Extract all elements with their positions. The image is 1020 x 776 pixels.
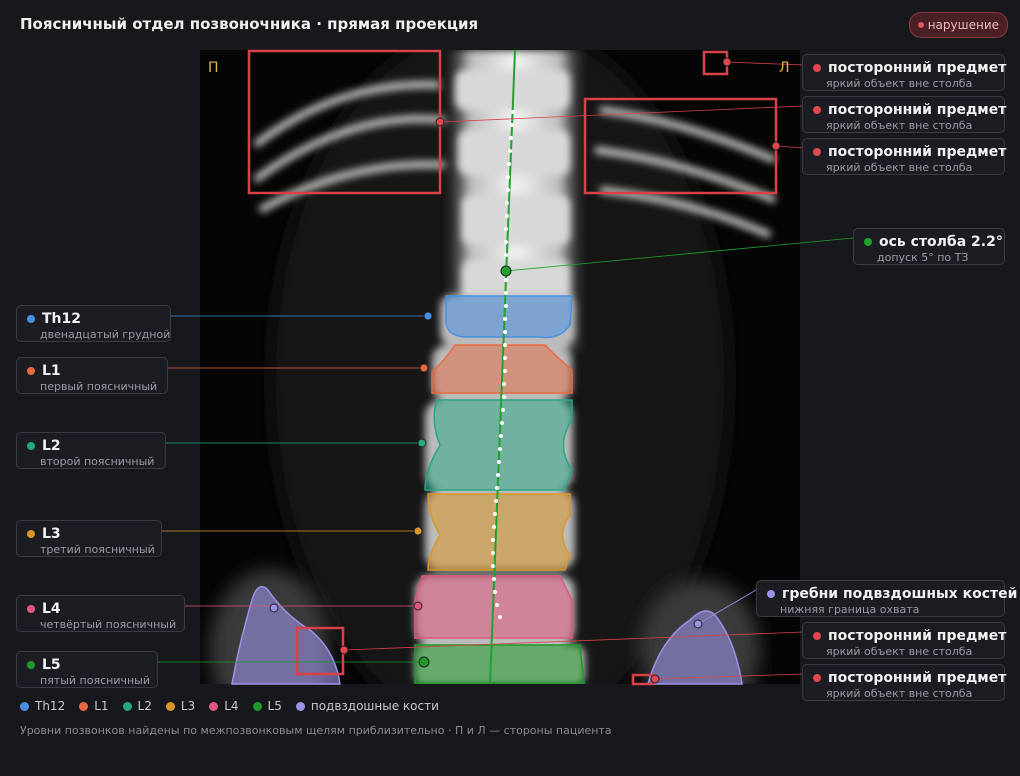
callout-foreign-object-4[interactable]: посторонний предмет яркий объект вне сто…: [802, 622, 1007, 659]
callout-subtitle: яркий объект вне столба: [826, 687, 973, 700]
callout-title: L4: [42, 601, 61, 617]
foreign-object-marker-icon: [813, 106, 821, 114]
legend-dot-icon: [20, 701, 29, 711]
legend-item-l5: L5: [252, 699, 282, 713]
callout-title: посторонний предмет: [828, 102, 1007, 118]
callout-title: Th12: [42, 311, 81, 327]
iliac-marker-icon: [767, 590, 775, 598]
foreign-object-marker-icon: [813, 674, 821, 682]
callout-title: посторонний предмет: [828, 60, 1007, 76]
callout-subtitle: двенадцатый грудной: [40, 328, 171, 341]
callout-title: L5: [42, 657, 61, 673]
callout-l3[interactable]: L3 третий поясничный: [16, 520, 162, 557]
legend-label: L1: [94, 699, 109, 713]
legend-label: L4: [224, 699, 239, 713]
foreign-object-marker-icon: [813, 632, 821, 640]
callout-subtitle: допуск 5° по ТЗ: [877, 251, 969, 264]
callout-l2[interactable]: L2 второй поясничный: [16, 432, 166, 469]
status-badge-label: нарушение: [927, 18, 999, 32]
foreign-object-marker-icon: [813, 64, 821, 72]
callout-title: L2: [42, 438, 61, 454]
legend-label: L3: [180, 699, 196, 713]
callout-title: L3: [42, 526, 61, 542]
callout-iliac-crests[interactable]: гребни подвздошных костей нижняя граница…: [756, 580, 1017, 617]
callout-l5[interactable]: L5 пятый поясничный: [16, 651, 158, 688]
callout-l4[interactable]: L4 четвёртый поясничный: [16, 595, 185, 632]
legend-item-l2: L2: [122, 699, 152, 713]
callout-foreign-object-1[interactable]: посторонний предмет яркий объект вне сто…: [802, 54, 1007, 91]
legend-dot-icon: [252, 701, 262, 711]
callout-subtitle: третий поясничный: [40, 543, 155, 556]
callout-subtitle: четвёртый поясничный: [40, 618, 177, 631]
foreign-object-marker-icon: [813, 148, 821, 156]
legend-label: L2: [137, 699, 152, 713]
legend-label: Th12: [35, 699, 66, 713]
legend-item-l1: L1: [79, 699, 109, 713]
callout-subtitle: нижняя граница охвата: [780, 603, 920, 616]
legend-label: подвздошные кости: [310, 699, 439, 713]
callout-foreign-object-3[interactable]: посторонний предмет яркий объект вне сто…: [802, 138, 1007, 175]
xray-svg: [200, 50, 800, 684]
callout-title: посторонний предмет: [828, 628, 1007, 644]
l2-marker-icon: [27, 442, 35, 450]
status-dot-icon: [917, 22, 924, 28]
footnote: Уровни позвонков найдены по межпозвонков…: [20, 724, 612, 737]
callout-title: ось столба 2.2°: [879, 234, 1003, 250]
callout-title: гребни подвздошных костей: [782, 586, 1018, 602]
l3-marker-icon: [27, 530, 35, 538]
axis-marker-icon: [864, 238, 872, 246]
legend-dot-icon: [295, 701, 305, 711]
legend-item-th12: Th12: [20, 699, 65, 713]
callout-foreign-object-5[interactable]: посторонний предмет яркий объект вне сто…: [802, 664, 1007, 701]
callout-axis[interactable]: ось столба 2.2° допуск 5° по ТЗ: [853, 228, 1005, 265]
legend-dot-icon: [79, 701, 89, 711]
legend: Th12 L1 L2 L3 L4 L5 подвздошные кости: [20, 699, 439, 713]
legend-item-l4: L4: [209, 699, 239, 713]
page-title: Поясничный отдел позвоночника · прямая п…: [20, 15, 479, 33]
callout-l1[interactable]: L1 первый поясничный: [16, 357, 168, 394]
callout-subtitle: первый поясничный: [40, 380, 158, 393]
callout-th12[interactable]: Th12 двенадцатый грудной: [16, 305, 171, 342]
th12-marker-icon: [27, 315, 35, 323]
l4-marker-icon: [27, 605, 35, 613]
callout-subtitle: яркий объект вне столба: [826, 161, 973, 174]
status-badge: нарушение: [908, 12, 1008, 38]
legend-item-iliac: подвздошные кости: [295, 699, 439, 713]
callout-subtitle: яркий объект вне столба: [826, 119, 973, 132]
legend-label: L5: [267, 699, 282, 713]
l1-marker-icon: [27, 367, 35, 375]
callout-title: посторонний предмет: [828, 670, 1007, 686]
callout-title: L1: [42, 363, 61, 379]
callout-title: посторонний предмет: [828, 144, 1007, 160]
legend-item-l3: L3: [165, 699, 196, 713]
callout-subtitle: яркий объект вне столба: [826, 645, 973, 658]
callout-subtitle: яркий объект вне столба: [826, 77, 973, 90]
callout-subtitle: пятый поясничный: [40, 674, 150, 687]
legend-dot-icon: [165, 701, 175, 711]
legend-dot-icon: [209, 701, 219, 711]
callout-foreign-object-2[interactable]: посторонний предмет яркий объект вне сто…: [802, 96, 1007, 133]
l5-marker-icon: [27, 661, 35, 669]
xray-image: [200, 50, 800, 684]
callout-subtitle: второй поясничный: [40, 455, 155, 468]
legend-dot-icon: [122, 701, 132, 711]
